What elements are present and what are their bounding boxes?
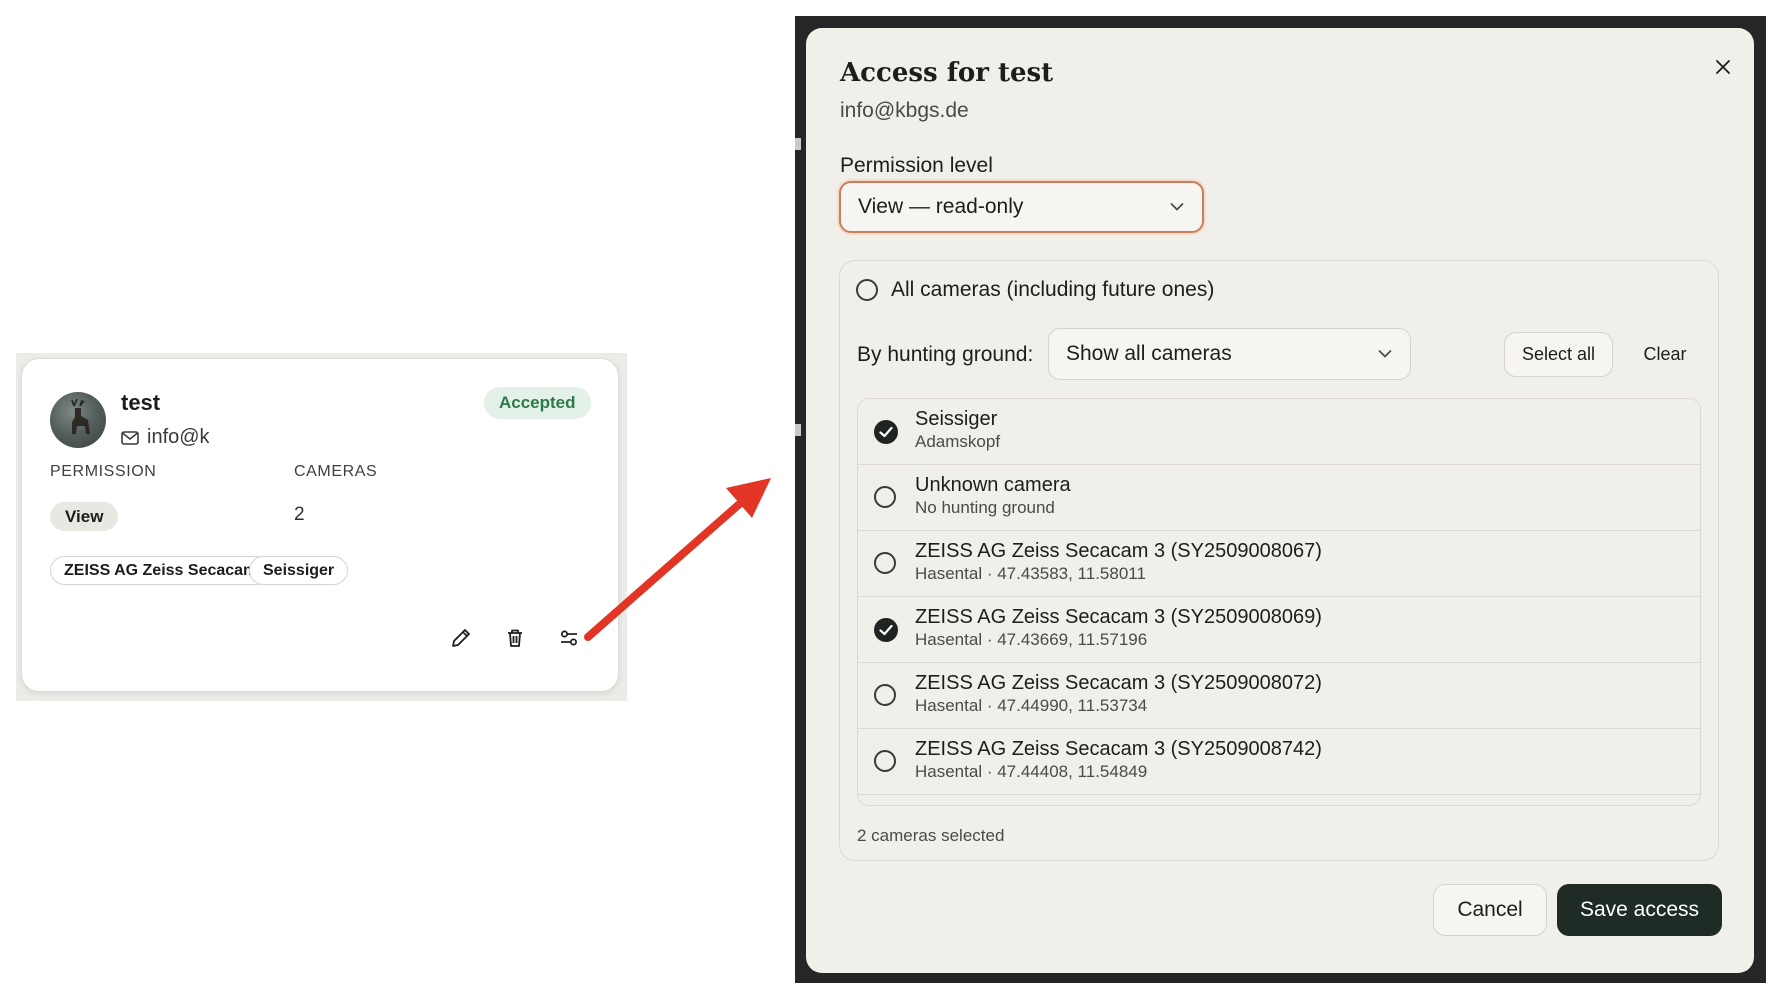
hunting-ground-value: Show all cameras: [1066, 342, 1232, 365]
camera-row[interactable]: ZEISS AG Zeiss Secacam 3 (SY2509008069) …: [858, 597, 1700, 663]
chevron-down-icon: [1170, 203, 1184, 211]
pencil-icon: [452, 629, 470, 647]
camera-row[interactable]: ZEISS AG Zeiss Secacam 3 (SY2509008072) …: [858, 663, 1700, 729]
camera-row[interactable]: Unknown camera No hunting ground: [858, 465, 1700, 531]
cameras-label: CAMERAS: [294, 463, 378, 480]
all-cameras-option[interactable]: All cameras (including future ones): [856, 278, 1214, 302]
close-button[interactable]: [1708, 52, 1738, 82]
access-dialog: Access for test info@kbgs.de Permission …: [806, 28, 1754, 973]
background-fragment: [795, 138, 801, 150]
trash-icon: [508, 629, 522, 647]
permission-level-value: View — read-only: [858, 195, 1024, 218]
camera-chip: ZEISS AG Zeiss Secacam: [50, 556, 272, 585]
cancel-button[interactable]: Cancel: [1433, 884, 1547, 936]
card-frame: test info@kbgs.de Accepted PERMISSION CA…: [16, 353, 627, 701]
hunting-ground-select[interactable]: Show all cameras: [1048, 328, 1411, 380]
cameras-count: 2: [294, 504, 305, 525]
mail-icon: [121, 430, 139, 445]
status-badge: Accepted: [484, 387, 591, 419]
camera-detail: Adamskopf: [915, 432, 1001, 451]
camera-detail: No hunting ground: [915, 498, 1055, 517]
camera-name: Seissiger: [915, 408, 998, 430]
permission-level-select[interactable]: View — read-only: [839, 181, 1204, 233]
permission-level-label: Permission level: [840, 154, 993, 177]
camera-detail: Hasental · 47.43583, 11.58011: [915, 564, 1146, 583]
checkbox-checked[interactable]: [874, 420, 898, 444]
permission-label: PERMISSION: [50, 463, 157, 480]
camera-detail: Hasental · 47.44408, 11.54849: [915, 762, 1148, 781]
selected-count: 2 cameras selected: [857, 826, 1005, 845]
camera-list: Seissiger Adamskopf Unknown camera No hu…: [857, 398, 1701, 806]
hunting-ground-label: By hunting ground:: [857, 343, 1034, 366]
user-email: info@kbgs.de: [121, 426, 209, 449]
user-access-card: test info@kbgs.de Accepted PERMISSION CA…: [21, 358, 619, 692]
camera-name: ZEISS AG Zeiss Secacam 3 (SY2509008072): [915, 672, 1322, 694]
checkbox-unchecked[interactable]: [874, 486, 896, 508]
delete-button[interactable]: [500, 623, 530, 653]
camera-chip: Seissiger: [249, 556, 349, 585]
camera-name: ZEISS AG Zeiss Secacam 3 (SY2509008067): [915, 540, 1322, 562]
all-cameras-label: All cameras (including future ones): [891, 278, 1215, 301]
checkbox-unchecked[interactable]: [874, 750, 896, 772]
all-cameras-radio[interactable]: [856, 279, 878, 301]
user-email-text: info@kbgs.de: [147, 426, 209, 448]
check-icon: [879, 426, 893, 438]
save-access-button[interactable]: Save access: [1557, 884, 1722, 936]
camera-detail: Hasental · 47.44990, 11.53734: [915, 696, 1148, 715]
camera-name: ZEISS AG Zeiss Secacam 3 (SY2509008742): [915, 738, 1322, 760]
background-fragment: [795, 424, 801, 436]
edit-button[interactable]: [446, 623, 476, 653]
camera-row[interactable]: Seissiger Adamskopf: [858, 399, 1700, 465]
sliders-icon: [561, 630, 577, 646]
dialog-title: Access for test: [840, 58, 1054, 88]
checkbox-unchecked[interactable]: [874, 684, 896, 706]
user-name: test: [121, 390, 161, 415]
checkbox-unchecked[interactable]: [874, 552, 896, 574]
camera-row[interactable]: ZEISS AG Zeiss Secacam 3 (SY2509008067) …: [858, 531, 1700, 597]
chevron-down-icon: [1378, 350, 1392, 358]
checkbox-checked[interactable]: [874, 618, 898, 642]
clear-button[interactable]: Clear: [1620, 332, 1710, 377]
close-icon: [1716, 60, 1730, 74]
select-all-button[interactable]: Select all: [1504, 332, 1613, 377]
camera-access-panel: All cameras (including future ones) By h…: [839, 260, 1719, 861]
permission-pill: View: [50, 502, 119, 531]
avatar: [50, 392, 106, 448]
dialog-subtitle: info@kbgs.de: [840, 99, 969, 122]
camera-name: ZEISS AG Zeiss Secacam 3 (SY2509008069): [915, 606, 1322, 628]
check-icon: [879, 624, 893, 636]
camera-row[interactable]: ZEISS AG Zeiss Secacam 3 (SY2509008742) …: [858, 729, 1700, 795]
access-settings-button[interactable]: [554, 623, 584, 653]
camera-name: Unknown camera: [915, 474, 1071, 496]
camera-detail: Hasental · 47.43669, 11.57196: [915, 630, 1148, 649]
